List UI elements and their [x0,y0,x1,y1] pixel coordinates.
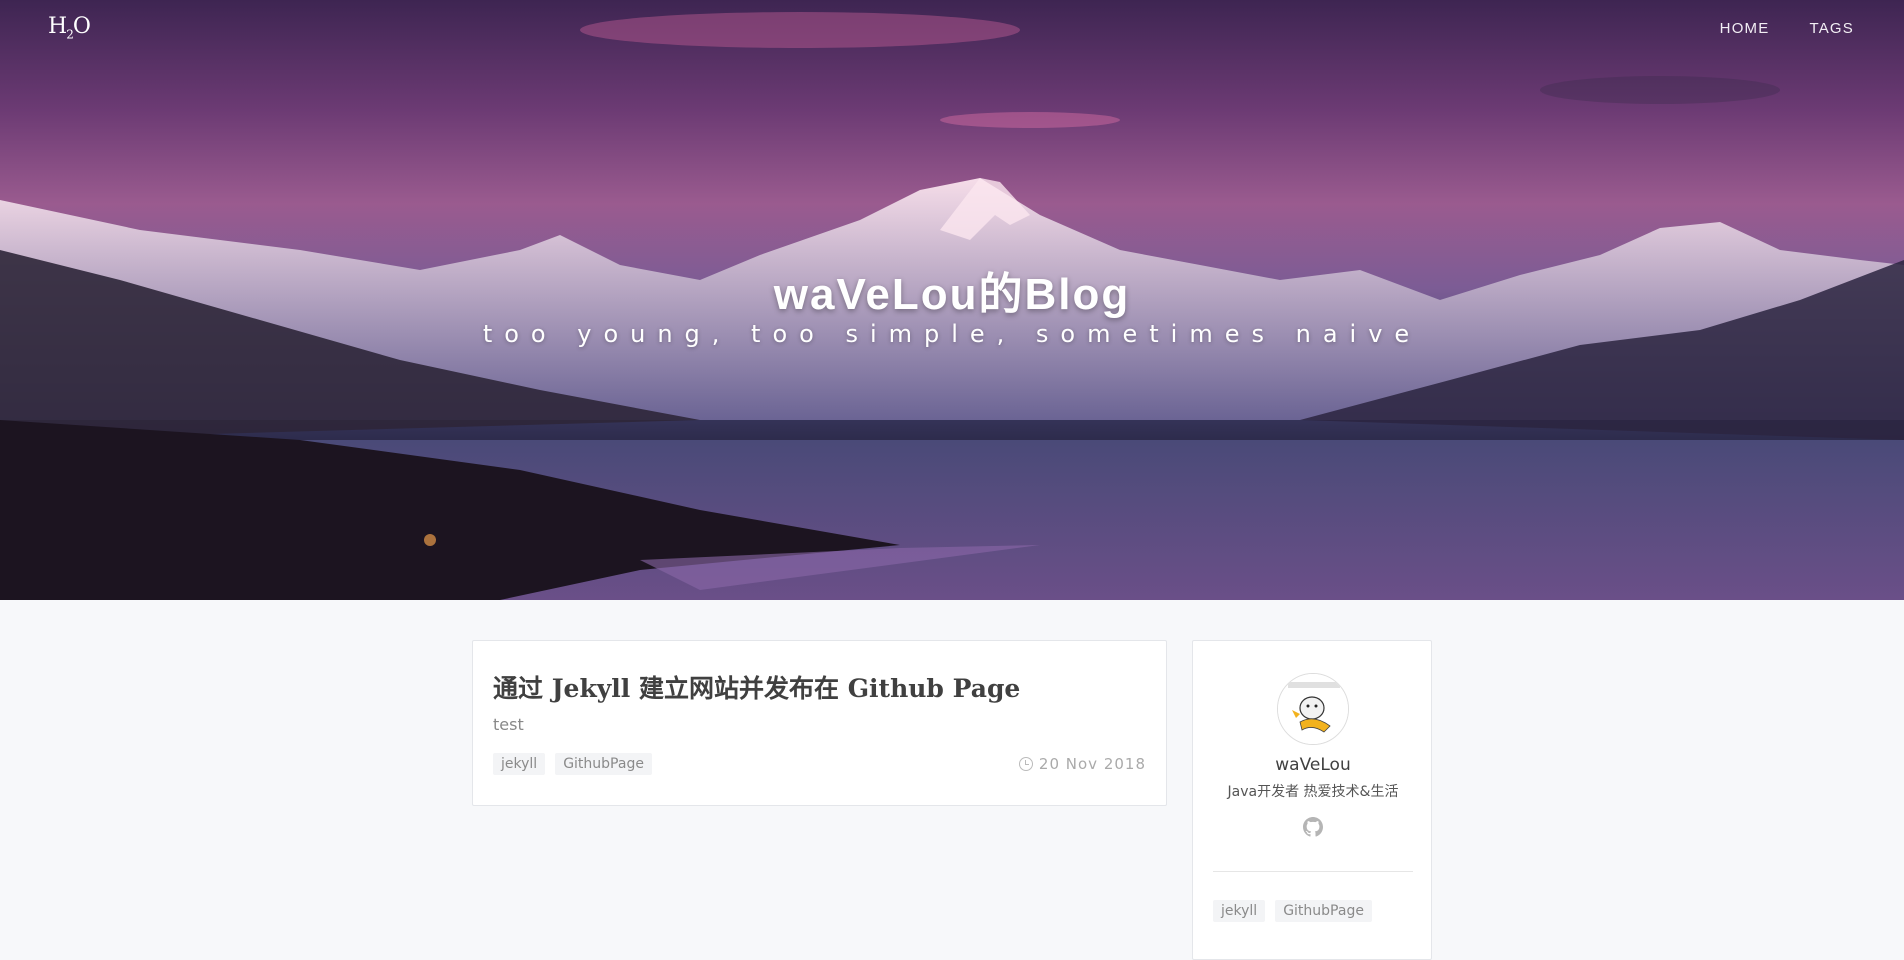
logo-main: H [48,14,67,39]
logo-tail: O [72,14,91,39]
post-date: 20 Nov 2018 [1018,755,1146,773]
header-banner: H2O HOME TAGS waVeLou的Blog too young, to… [0,0,1904,600]
author-name: waVeLou [1275,755,1351,775]
nav-links: HOME TAGS [1720,20,1854,37]
tag-githubpage[interactable]: GithubPage [555,753,652,775]
navbar: H2O HOME TAGS [0,0,1904,60]
logo-sub: 2 [66,27,74,42]
clock-icon [1018,757,1033,771]
post-card[interactable]: 通过 Jekyll 建立网站并发布在 Github Page test jeky… [472,640,1167,806]
avatar-cartoon-icon [1278,674,1348,744]
author-bio: Java开发者 热爱技术&生活 [1227,784,1399,800]
sidebar-tag-githubpage[interactable]: GithubPage [1275,900,1372,922]
post-title[interactable]: 通过 Jekyll 建立网站并发布在 Github Page [493,669,1020,705]
author-sidebar: waVeLou Java开发者 热爱技术&生活 jekyll GithubPag… [1192,640,1432,960]
sidebar-tag-jekyll[interactable]: jekyll [1213,900,1266,922]
site-title: waVeLou的Blog [773,270,1131,319]
avatar [1277,673,1349,745]
tag-jekyll[interactable]: jekyll [493,753,546,775]
site-logo[interactable]: H2O [48,14,91,42]
sidebar-tags: jekyll GithubPage [1213,900,1372,922]
nav-home-link[interactable]: HOME [1720,20,1770,37]
github-icon[interactable] [1303,817,1323,837]
post-excerpt: test [493,715,524,734]
site-subtitle: too young, too simple, sometimes naive [482,320,1422,348]
sidebar-divider [1213,871,1413,872]
post-date-text: 20 Nov 2018 [1038,755,1146,773]
nav-tags-link[interactable]: TAGS [1809,20,1854,37]
post-tags: jekyll GithubPage [493,753,652,775]
